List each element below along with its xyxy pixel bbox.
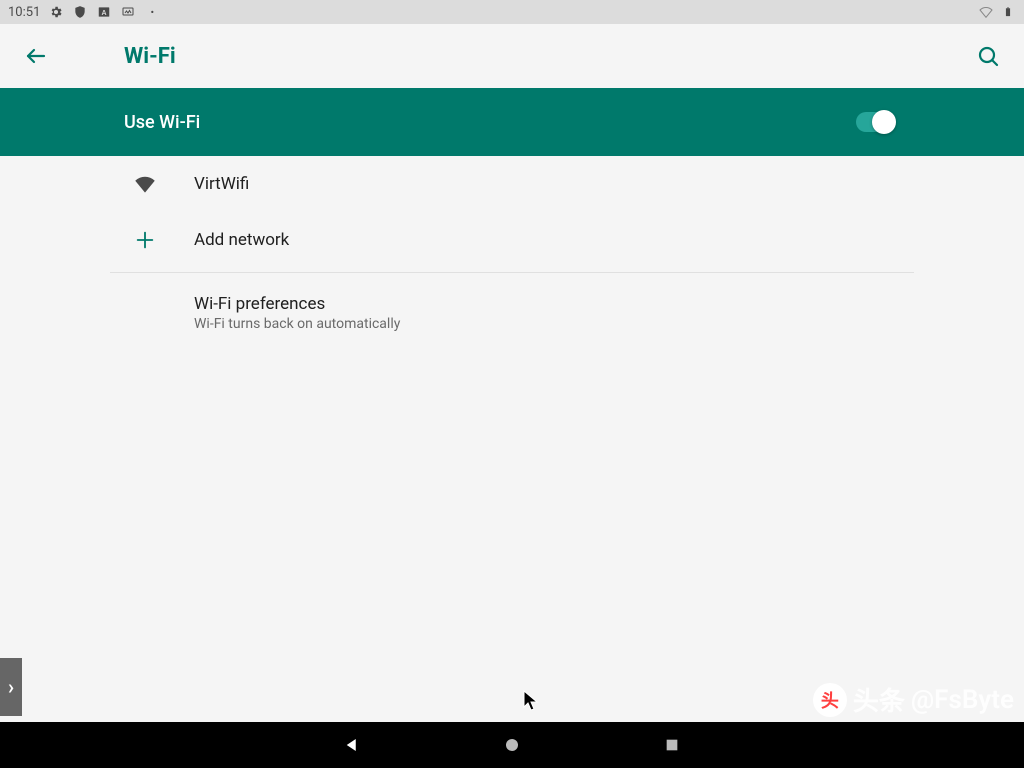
wifi-toggle-banner: Use Wi-Fi — [0, 88, 1024, 156]
wifi-preferences-row[interactable]: Wi-Fi preferences Wi-Fi turns back on au… — [110, 277, 914, 349]
arrow-left-icon — [24, 44, 48, 68]
svg-text:A: A — [102, 10, 107, 17]
banner-label: Use Wi-Fi — [124, 112, 200, 133]
network-row[interactable]: VirtWifi — [110, 156, 914, 212]
mouse-cursor-icon — [523, 690, 539, 712]
letter-a-box-icon: A — [96, 4, 112, 20]
wifi-toggle[interactable] — [856, 112, 894, 132]
shield-icon — [72, 4, 88, 20]
search-button[interactable] — [972, 40, 1004, 72]
drawer-handle[interactable]: › — [0, 658, 22, 716]
square-icon — [664, 737, 680, 753]
wifi-outline-icon — [978, 4, 994, 20]
nav-home-button[interactable] — [502, 735, 522, 755]
nav-back-button[interactable] — [342, 735, 362, 755]
triangle-left-icon — [343, 736, 361, 754]
status-time: 10:51 — [8, 5, 40, 20]
watermark: 头 头条 @FsByte — [813, 681, 1014, 718]
navigation-bar — [0, 722, 1024, 768]
toggle-thumb — [872, 110, 896, 134]
status-bar: 10:51 A · — [0, 0, 1024, 24]
section-divider — [110, 272, 914, 273]
network-ssid: VirtWifi — [194, 174, 249, 194]
image-box-icon — [120, 4, 136, 20]
add-network-row[interactable]: Add network — [110, 212, 914, 268]
gear-icon — [48, 4, 64, 20]
preferences-title: Wi-Fi preferences — [194, 294, 914, 314]
search-icon — [976, 44, 1000, 68]
app-header: Wi-Fi — [0, 24, 1024, 88]
nav-recent-button[interactable] — [662, 735, 682, 755]
dot-icon: · — [144, 4, 160, 20]
watermark-prefix: 头条 — [853, 681, 905, 718]
circle-icon — [503, 736, 521, 754]
wifi-icon — [130, 171, 160, 197]
add-network-label: Add network — [194, 230, 289, 250]
back-button[interactable] — [20, 40, 52, 72]
status-right — [978, 4, 1016, 20]
watermark-logo: 头 — [813, 683, 847, 717]
watermark-handle: @FsByte — [911, 685, 1014, 715]
battery-icon — [1000, 4, 1016, 20]
settings-list: VirtWifi Add network Wi-Fi preferences W… — [0, 156, 1024, 349]
chevron-right-icon: › — [8, 675, 14, 699]
plus-icon — [130, 229, 160, 251]
status-left: 10:51 A · — [8, 4, 160, 20]
preferences-subtitle: Wi-Fi turns back on automatically — [194, 316, 914, 332]
page-title: Wi-Fi — [124, 44, 176, 69]
